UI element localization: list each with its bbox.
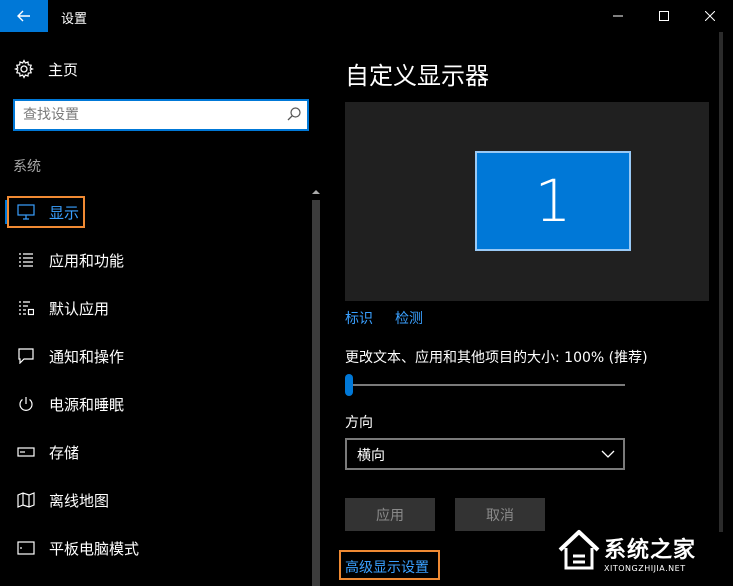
watermark-logo: 系统之家 XITONGZHIJIA.NET — [548, 522, 733, 586]
main-scrollbar[interactable] — [719, 32, 723, 532]
sidebar-item-apps[interactable]: 应用和功能 — [0, 240, 310, 280]
power-icon — [17, 395, 35, 413]
sidebar-item-label: 平板电脑模式 — [49, 540, 140, 558]
search-input[interactable] — [23, 106, 273, 124]
identify-link[interactable]: 标识 — [345, 308, 373, 328]
sidebar-item-tablet-mode[interactable]: 平板电脑模式 — [0, 528, 310, 568]
watermark-text: 系统之家 — [604, 538, 697, 563]
apply-button[interactable]: 应用 — [345, 498, 435, 531]
list-icon — [17, 251, 35, 269]
title-bar: 设置 — [0, 0, 733, 32]
minimize-button[interactable] — [595, 0, 641, 32]
sidebar-item-label: 默认应用 — [49, 300, 110, 318]
chevron-up-icon — [312, 190, 320, 194]
scroll-thumb[interactable] — [312, 200, 320, 586]
monitor-1[interactable]: 1 — [475, 151, 631, 251]
slider-track — [345, 384, 625, 386]
home-label: 主页 — [48, 60, 79, 79]
sidebar-item-display[interactable]: 显示 — [0, 192, 310, 232]
sidebar: 主页 系统 显示 应用和功能 默认应用 通知和操作 — [0, 32, 322, 586]
orientation-dropdown[interactable]: 横向 — [345, 438, 625, 470]
monitor-arrangement: 1 — [345, 102, 709, 301]
section-label-system: 系统 — [13, 159, 41, 175]
sidebar-item-label: 通知和操作 — [49, 348, 125, 366]
notification-icon — [17, 347, 35, 365]
sidebar-item-label: 应用和功能 — [49, 252, 125, 270]
scroll-up-arrow[interactable] — [310, 186, 322, 198]
cancel-button[interactable]: 取消 — [455, 498, 545, 531]
orientation-value: 横向 — [357, 448, 385, 464]
sidebar-item-label: 电源和睡眠 — [49, 396, 125, 414]
map-icon — [17, 491, 35, 509]
monitor-icon — [17, 203, 35, 221]
advanced-display-settings-link[interactable]: 高级显示设置 — [345, 557, 429, 577]
search-box[interactable] — [13, 99, 309, 131]
chevron-down-icon — [601, 450, 615, 458]
back-arrow-icon — [17, 10, 30, 22]
sidebar-item-label: 显示 — [49, 204, 80, 222]
detect-link[interactable]: 检测 — [395, 308, 423, 328]
window-title: 设置 — [61, 12, 88, 27]
sidebar-item-default-apps[interactable]: 默认应用 — [0, 288, 310, 328]
sidebar-item-storage[interactable]: 存储 — [0, 432, 310, 472]
tablet-icon — [17, 539, 35, 557]
sidebar-item-label: 存储 — [49, 444, 80, 462]
orientation-label: 方向 — [345, 415, 373, 431]
scale-label: 更改文本、应用和其他项目的大小: 100% (推荐) — [345, 350, 648, 366]
watermark-url: XITONGZHIJIA.NET — [604, 564, 686, 573]
house-logo-icon — [558, 530, 600, 570]
main-content: 自定义显示器 1 标识 检测 更改文本、应用和其他项目的大小: 100% (推荐… — [322, 32, 733, 586]
back-button[interactable] — [0, 0, 48, 32]
slider-thumb[interactable] — [345, 374, 353, 396]
maximize-button[interactable] — [641, 0, 687, 32]
sidebar-item-label: 离线地图 — [49, 492, 110, 510]
storage-icon — [17, 443, 35, 461]
page-title: 自定义显示器 — [345, 62, 489, 90]
close-icon — [705, 11, 715, 21]
monitor-number: 1 — [534, 167, 572, 235]
home-link[interactable]: 主页 — [14, 59, 78, 79]
gear-icon — [14, 59, 34, 79]
sidebar-item-power[interactable]: 电源和睡眠 — [0, 384, 310, 424]
scale-slider[interactable] — [345, 374, 625, 396]
maximize-icon — [659, 11, 669, 21]
sidebar-item-notifications[interactable]: 通知和操作 — [0, 336, 310, 376]
sidebar-item-offline-maps[interactable]: 离线地图 — [0, 480, 310, 520]
close-button[interactable] — [687, 0, 733, 32]
sidebar-scrollbar[interactable] — [310, 186, 322, 586]
minimize-icon — [613, 15, 623, 17]
search-icon[interactable] — [287, 107, 301, 121]
default-apps-icon — [17, 299, 35, 317]
